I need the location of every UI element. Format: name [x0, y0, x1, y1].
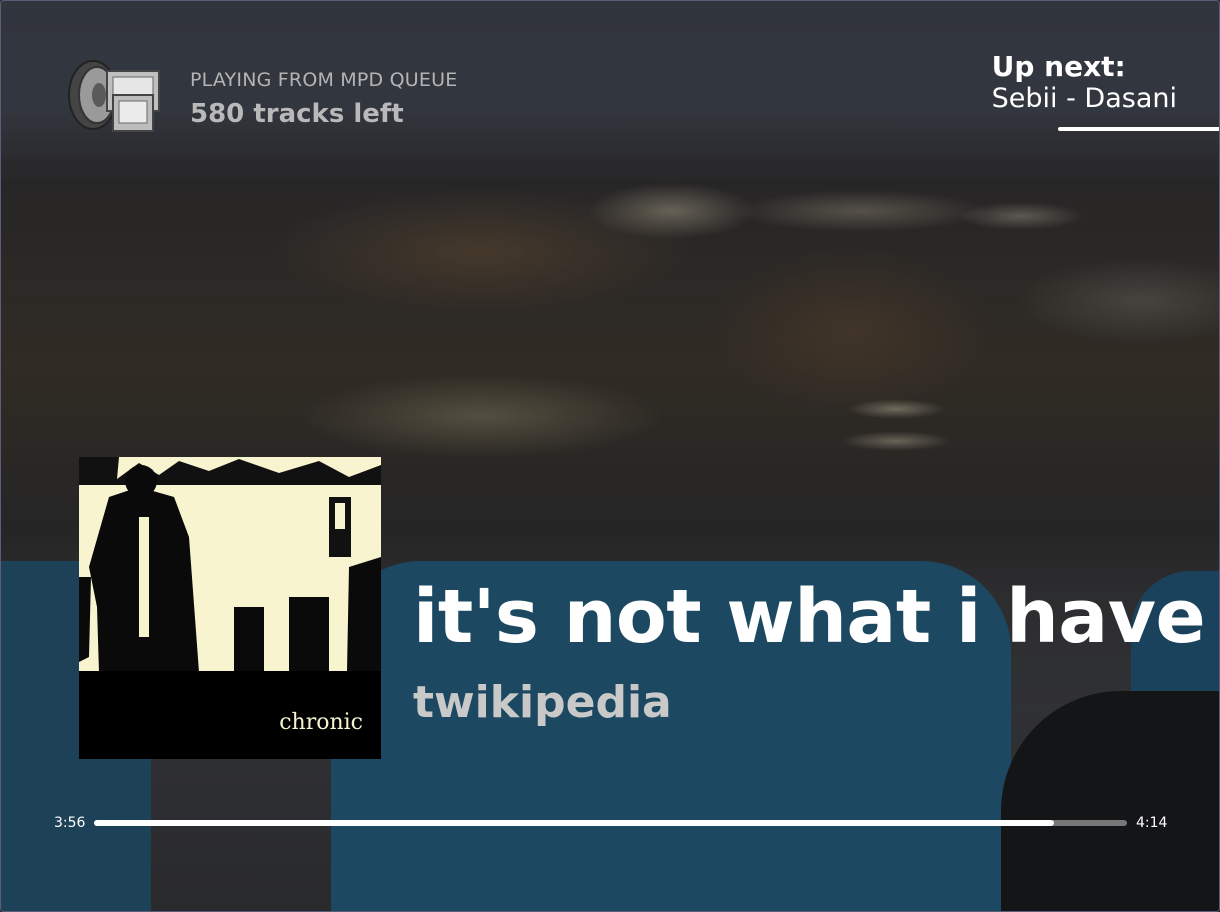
progress-fill — [94, 820, 1054, 826]
player-window: PLAYING FROM MPD QUEUE 580 tracks left U… — [0, 0, 1220, 912]
bg-shade — [1, 1, 1219, 911]
progress-bar[interactable] — [94, 820, 1127, 826]
track-artist: twikipedia — [413, 677, 672, 728]
album-cover: chronic — [79, 457, 381, 759]
tracks-left-count: 580 tracks left — [190, 99, 404, 129]
background-image — [1, 1, 1219, 911]
total-time: 4:14 — [1136, 815, 1168, 831]
up-next-indicator — [1058, 127, 1219, 131]
queue-source-label: PLAYING FROM MPD QUEUE — [190, 69, 458, 91]
album-cover-title: chronic — [279, 710, 363, 735]
up-next-track: Sebii - Dasani — [991, 83, 1177, 114]
up-next-panel[interactable]: Up next: Sebii - Dasani — [992, 51, 1177, 115]
elapsed-time: 3:56 — [54, 815, 86, 831]
track-title: it's not what i have — [413, 574, 1206, 660]
up-next-title: Up next: — [991, 50, 1126, 83]
speaker-computer-icon — [67, 57, 163, 137]
